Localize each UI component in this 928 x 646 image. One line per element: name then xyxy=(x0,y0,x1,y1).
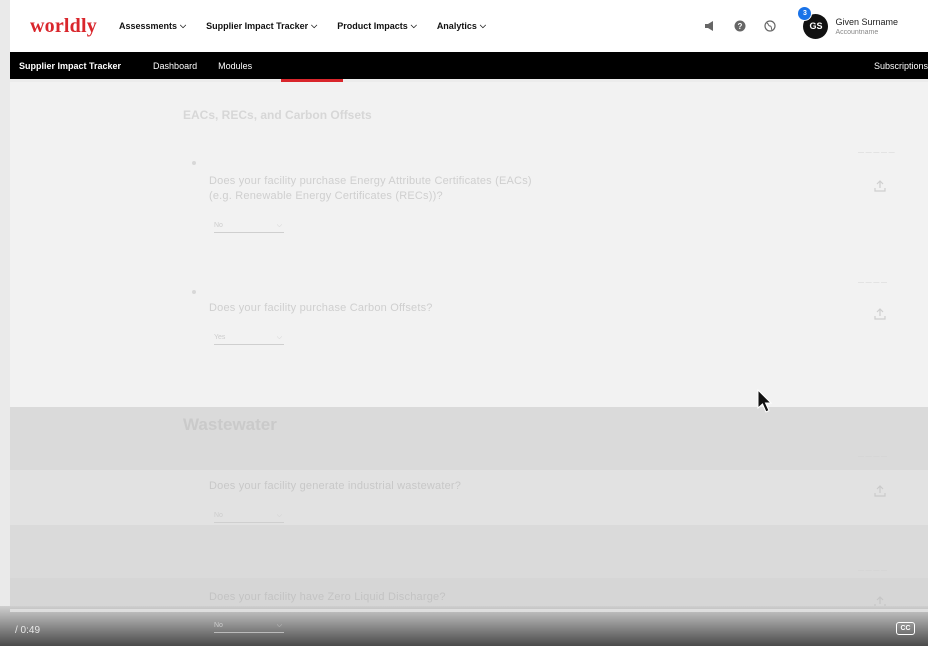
chevron-down-icon: ⌵ xyxy=(276,222,282,229)
help-icon[interactable]: ? xyxy=(733,19,747,33)
account-name: Accountname xyxy=(835,28,879,36)
video-time: / 0:49 xyxy=(15,625,41,636)
question-meta: — — — — xyxy=(858,568,888,574)
nav-product-impacts-label: Product Impacts xyxy=(337,21,408,31)
svg-text:?: ? xyxy=(738,22,743,31)
answer-value: No xyxy=(214,512,223,519)
section-title: Wastewater xyxy=(183,415,277,434)
answer-value: No xyxy=(214,622,223,629)
subnav-dashboard[interactable]: Dashboard xyxy=(153,61,197,71)
nav-assessments[interactable]: Assessments ⌵ xyxy=(119,21,186,31)
chevron-down-icon: ⌵ xyxy=(276,512,282,519)
closed-captions-button[interactable]: CC xyxy=(896,622,915,635)
question-row-band xyxy=(10,470,928,525)
answer-value: No xyxy=(214,222,223,229)
subnav-modules[interactable]: Modules xyxy=(218,61,252,71)
nav-product-impacts[interactable]: Product Impacts ⌵ xyxy=(337,21,417,31)
notification-badge: 3 xyxy=(797,5,813,21)
question-meta: — — — — xyxy=(858,280,888,286)
video-progress-bar[interactable] xyxy=(10,609,928,612)
answer-value: Yes xyxy=(214,334,226,341)
nav-analytics-label: Analytics xyxy=(436,21,477,31)
upload-icon[interactable] xyxy=(874,179,886,192)
sub-navigation: Supplier Impact Tracker Dashboard Module… xyxy=(10,52,928,79)
question-text: Does your facility have Zero Liquid Disc… xyxy=(209,590,446,605)
chevron-down-icon: ⌵ xyxy=(276,334,282,341)
avatar-initials: GS xyxy=(809,21,823,31)
answer-select[interactable]: No ⌵ xyxy=(214,622,284,633)
nav-supplier-impact-tracker-label: Supplier Impact Tracker xyxy=(206,21,309,31)
top-navigation: worldly Assessments ⌵ Supplier Impact Tr… xyxy=(10,0,928,52)
question-text: Does your facility purchase Carbon Offse… xyxy=(209,301,433,316)
user-name: Given Surname xyxy=(835,16,898,27)
worldly-logo[interactable]: worldly xyxy=(30,15,97,38)
nav-right-tools: ? GS 3 Given Surname Accountname xyxy=(703,0,928,52)
globe-icon[interactable] xyxy=(763,19,777,33)
nav-analytics[interactable]: Analytics ⌵ xyxy=(437,21,486,31)
answer-select[interactable]: No ⌵ xyxy=(214,222,284,233)
left-edge xyxy=(0,0,10,646)
chevron-down-icon: ⌵ xyxy=(410,21,417,30)
question-marker xyxy=(192,161,196,165)
avatar[interactable]: GS 3 xyxy=(797,5,829,39)
question-line: Does your facility generate industrial w… xyxy=(209,480,462,492)
question-line: (e.g. Renewable Energy Certificates (REC… xyxy=(209,190,443,202)
question-line: Does your facility have Zero Liquid Disc… xyxy=(209,591,446,603)
question-meta: — — — — — xyxy=(858,150,895,156)
upload-icon[interactable] xyxy=(874,307,886,320)
chevron-down-icon: ⌵ xyxy=(180,21,187,30)
answer-select[interactable]: No ⌵ xyxy=(214,512,284,523)
chevron-down-icon: ⌵ xyxy=(479,21,486,30)
mouse-cursor-icon xyxy=(757,389,773,413)
question-marker xyxy=(192,290,196,294)
content-panel-upper xyxy=(10,82,928,407)
question-text: Does your facility generate industrial w… xyxy=(209,479,461,494)
question-line: Does your facility purchase Energy Attri… xyxy=(209,175,532,187)
nav-assessments-label: Assessments xyxy=(118,21,178,31)
chevron-down-icon: ⌵ xyxy=(311,21,318,30)
user-menu[interactable]: Given Surname Accountname xyxy=(835,17,898,36)
answer-select[interactable]: Yes ⌵ xyxy=(214,334,284,345)
chevron-down-icon: ⌵ xyxy=(276,622,282,629)
section-title: EACs, RECs, and Carbon Offsets xyxy=(183,108,372,122)
upload-icon[interactable] xyxy=(874,484,886,497)
question-meta: — — — — xyxy=(858,454,888,460)
question-text: Does your facility purchase Energy Attri… xyxy=(209,174,532,204)
question-line: Does your facility purchase Carbon Offse… xyxy=(209,302,433,314)
video-controls-overlay xyxy=(0,606,928,646)
subnav-title: Supplier Impact Tracker xyxy=(19,60,122,71)
subnav-subscriptions[interactable]: Subscriptions xyxy=(874,61,928,71)
question-row-band xyxy=(10,578,928,608)
nav-supplier-impact-tracker[interactable]: Supplier Impact Tracker ⌵ xyxy=(206,21,317,31)
megaphone-icon[interactable] xyxy=(703,19,717,33)
